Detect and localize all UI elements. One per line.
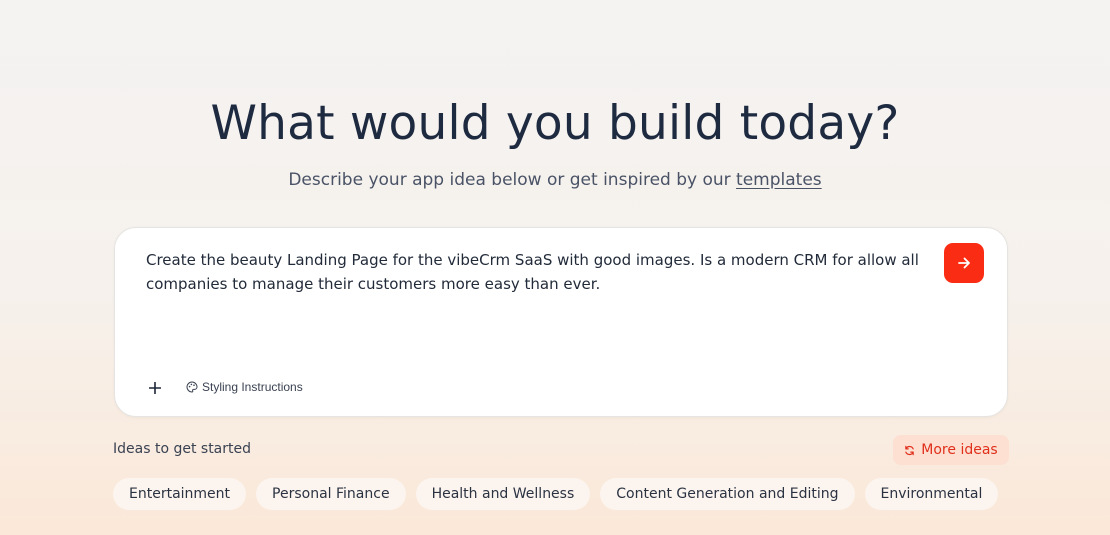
idea-chips: Entertainment Personal Finance Health an… [113,478,999,510]
templates-link[interactable]: templates [736,170,822,190]
plus-icon [149,382,161,394]
refresh-icon [905,445,915,455]
more-ideas-button[interactable]: More ideas [893,435,1009,465]
page-title: What would you build today? [210,96,900,151]
idea-chip-personal-finance[interactable]: Personal Finance [256,478,406,510]
add-attachment-button[interactable] [145,378,165,398]
ideas-heading: Ideas to get started [113,441,252,457]
arrow-right-icon [958,257,970,269]
prompt-composer: Create the beauty Landing Page for the v… [114,227,1008,417]
idea-chip-content-generation[interactable]: Content Generation and Editing [600,478,855,510]
styling-instructions-label: Styling Instructions [202,380,303,394]
send-button[interactable] [944,243,984,283]
subtitle-text: Describe your app idea below or get insp… [288,170,737,190]
palette-icon [186,381,198,393]
idea-chip-health-wellness[interactable]: Health and Wellness [415,478,591,510]
idea-chip-entertainment[interactable]: Entertainment [113,478,247,510]
page-subtitle: Describe your app idea below or get insp… [0,169,1110,191]
idea-chip-environmental[interactable]: Environmental [864,478,999,510]
prompt-input[interactable]: Create the beauty Landing Page for the v… [146,248,926,296]
more-ideas-label: More ideas [921,442,998,458]
styling-instructions-button[interactable]: Styling Instructions [186,380,303,394]
